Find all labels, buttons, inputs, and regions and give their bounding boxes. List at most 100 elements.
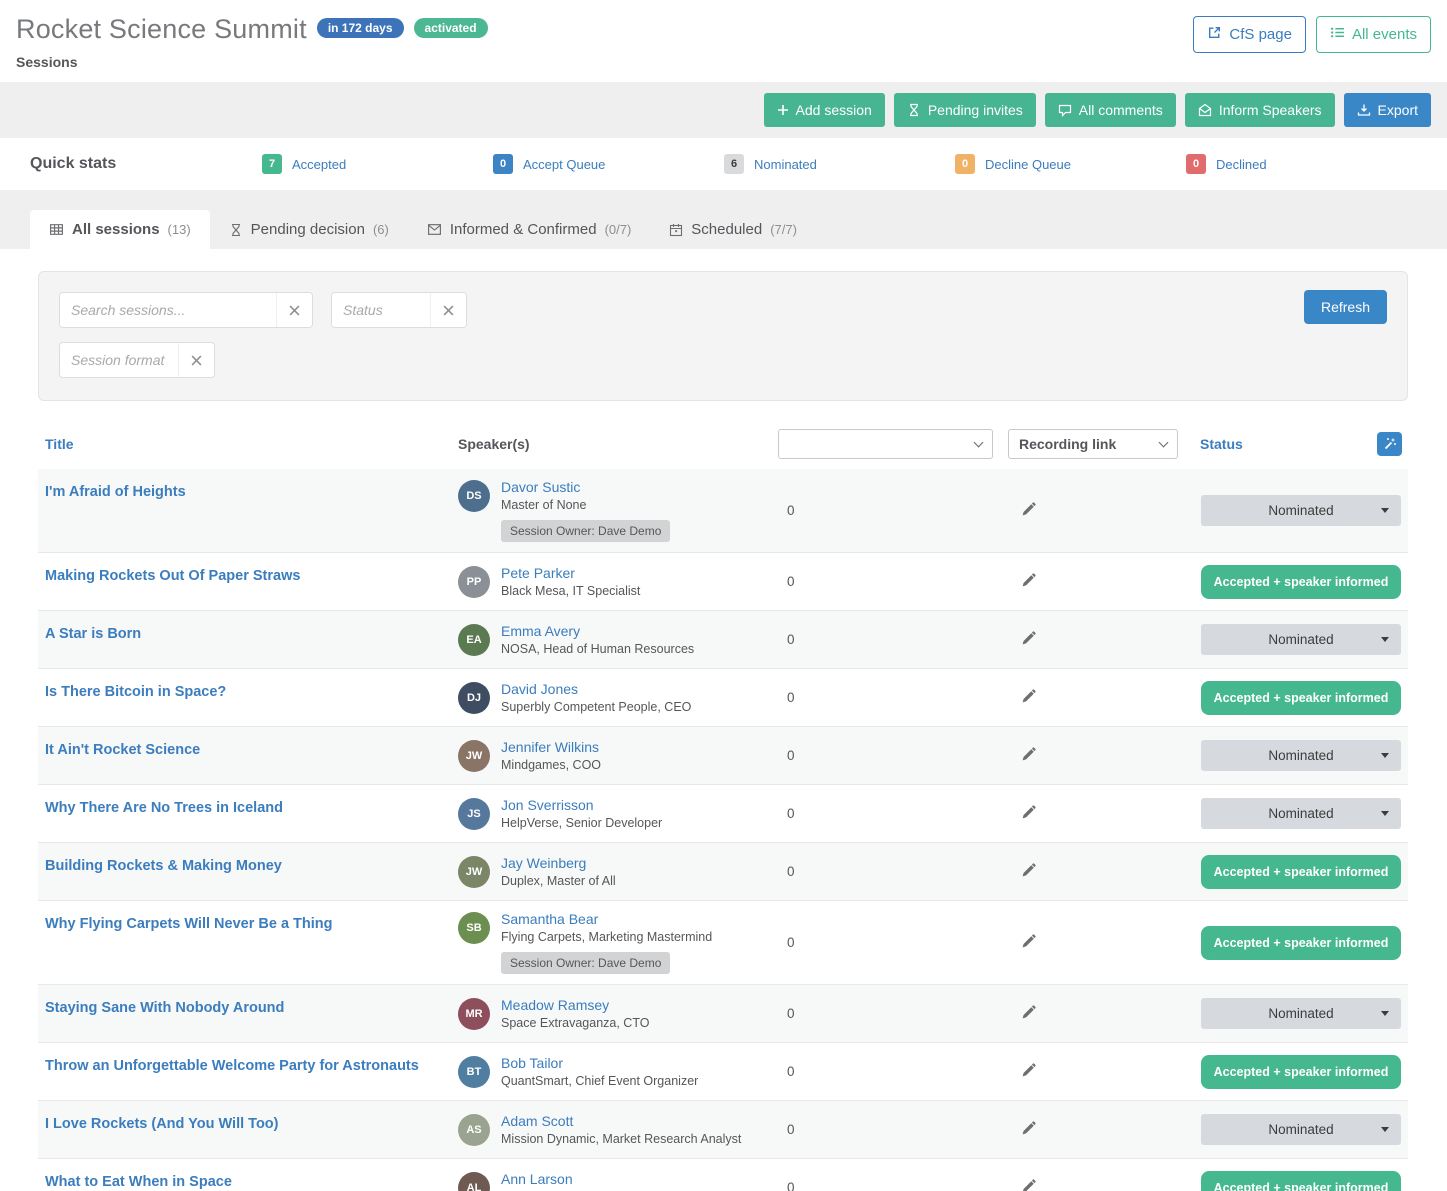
stat-accept-queue-label[interactable]: Accept Queue — [523, 157, 605, 172]
pencil-icon[interactable] — [1021, 747, 1036, 762]
status-control[interactable]: Nominated — [1201, 998, 1401, 1029]
avatar[interactable]: AS — [458, 1114, 490, 1146]
speaker-name-link[interactable]: Emma Avery — [501, 623, 580, 639]
session-title-link[interactable]: Building Rockets & Making Money — [45, 858, 282, 874]
session-title-link[interactable]: I Love Rockets (And You Will Too) — [45, 1116, 279, 1132]
all-events-button[interactable]: All events — [1316, 16, 1431, 53]
session-title-link[interactable]: Throw an Unforgettable Welcome Party for… — [45, 1058, 419, 1074]
avatar[interactable]: BT — [458, 1056, 490, 1088]
avatar[interactable]: MR — [458, 998, 490, 1030]
session-title-link[interactable]: It Ain't Rocket Science — [45, 742, 200, 758]
speaker-name-link[interactable]: David Jones — [501, 681, 578, 697]
inform-speakers-button[interactable]: Inform Speakers — [1185, 93, 1335, 127]
status-control[interactable]: Nominated — [1201, 624, 1401, 655]
speaker-name-link[interactable]: Adam Scott — [501, 1113, 573, 1129]
session-title-link[interactable]: Why There Are No Trees in Iceland — [45, 800, 283, 816]
session-format-input[interactable] — [60, 343, 178, 377]
status-control[interactable]: Accepted + speaker informed — [1201, 855, 1401, 889]
speaker-name-link[interactable]: Bob Tailor — [501, 1055, 563, 1071]
pencil-icon[interactable] — [1021, 1005, 1036, 1020]
caret-down-icon — [1381, 1127, 1389, 1132]
pencil-icon[interactable] — [1021, 805, 1036, 820]
speaker-name-link[interactable]: Davor Sustic — [501, 479, 580, 495]
status-label: Accepted + speaker informed — [1214, 1181, 1389, 1191]
status-control[interactable]: Accepted + speaker informed — [1201, 926, 1401, 960]
status-control[interactable]: Accepted + speaker informed — [1201, 565, 1401, 599]
status-control[interactable]: Nominated — [1201, 740, 1401, 771]
all-comments-button[interactable]: All comments — [1045, 93, 1176, 127]
speaker-affiliation: Space Extravaganza, CTO — [501, 1016, 649, 1030]
column-title[interactable]: Title — [38, 436, 458, 452]
pencil-icon[interactable] — [1021, 1063, 1036, 1078]
page-header: Rocket Science Summitin 172 daysactivate… — [0, 0, 1447, 82]
stat-declined-label[interactable]: Declined — [1216, 157, 1267, 172]
clear-status-button[interactable] — [430, 293, 466, 327]
pencil-icon[interactable] — [1021, 631, 1036, 646]
session-title-link[interactable]: I'm Afraid of Heights — [45, 484, 186, 500]
status-control[interactable]: Accepted + speaker informed — [1201, 1171, 1401, 1191]
speaker-name-link[interactable]: Pete Parker — [501, 565, 575, 581]
session-title-link[interactable]: A Star is Born — [45, 626, 141, 642]
speaker-name-link[interactable]: Jay Weinberg — [501, 855, 586, 871]
tab-pending-decision[interactable]: Pending decision (6) — [210, 210, 408, 249]
status-control[interactable]: Accepted + speaker informed — [1201, 681, 1401, 715]
table-row: Why Flying Carpets Will Never Be a Thing… — [38, 900, 1408, 984]
avatar[interactable]: JS — [458, 798, 490, 830]
pencil-icon[interactable] — [1021, 689, 1036, 704]
envelope-open-icon — [1198, 103, 1212, 117]
table-row: What to Eat When in Space AL Ann Larson … — [38, 1158, 1408, 1191]
status-control[interactable]: Nominated — [1201, 1114, 1401, 1145]
status-label: Accepted + speaker informed — [1214, 691, 1389, 705]
export-button[interactable]: Export — [1344, 93, 1431, 127]
tab-scheduled[interactable]: Scheduled (7/7) — [650, 210, 816, 249]
avatar[interactable]: AL — [458, 1172, 490, 1191]
session-title-link[interactable]: Making Rockets Out Of Paper Straws — [45, 568, 300, 584]
avatar[interactable]: EA — [458, 624, 490, 656]
status-control[interactable]: Accepted + speaker informed — [1201, 1055, 1401, 1089]
session-title-link[interactable]: Why Flying Carpets Will Never Be a Thing — [45, 916, 333, 932]
session-title-link[interactable]: Staying Sane With Nobody Around — [45, 1000, 284, 1016]
recording-link-select[interactable]: Recording link — [1008, 429, 1178, 459]
tab-informed-confirmed[interactable]: Informed & Confirmed (0/7) — [408, 210, 650, 249]
hourglass-icon — [907, 103, 921, 117]
speaker-name-link[interactable]: Jennifer Wilkins — [501, 739, 599, 755]
status-control[interactable]: Nominated — [1201, 495, 1401, 526]
avatar[interactable]: DS — [458, 480, 490, 512]
session-title-link[interactable]: Is There Bitcoin in Space? — [45, 684, 226, 700]
pencil-icon[interactable] — [1021, 573, 1036, 588]
avatar[interactable]: JW — [458, 856, 490, 888]
pending-invites-button[interactable]: Pending invites — [894, 93, 1036, 127]
avatar[interactable]: SB — [458, 912, 490, 944]
pencil-icon[interactable] — [1021, 502, 1036, 517]
table-filter-select[interactable] — [778, 429, 993, 459]
search-input[interactable] — [60, 293, 276, 327]
pencil-icon[interactable] — [1021, 1121, 1036, 1136]
speaker-name-link[interactable]: Samantha Bear — [501, 911, 598, 927]
comment-count: 0 — [778, 864, 1008, 879]
avatar[interactable]: PP — [458, 566, 490, 598]
stat-nominated-label[interactable]: Nominated — [754, 157, 817, 172]
avatar[interactable]: DJ — [458, 682, 490, 714]
stat-decline-queue-label[interactable]: Decline Queue — [985, 157, 1071, 172]
avatar[interactable]: JW — [458, 740, 490, 772]
speaker-name-link[interactable]: Meadow Ramsey — [501, 997, 609, 1013]
speaker-name-link[interactable]: Jon Sverrisson — [501, 797, 594, 813]
session-title-link[interactable]: What to Eat When in Space — [45, 1174, 232, 1190]
tab-all-sessions[interactable]: All sessions (13) — [30, 210, 210, 249]
add-session-label: Add session — [796, 102, 872, 118]
stat-accepted: 7 Accepted — [262, 154, 493, 174]
status-filter-input[interactable] — [332, 293, 430, 327]
magic-wand-button[interactable] — [1377, 432, 1402, 456]
clear-format-button[interactable] — [178, 343, 214, 377]
pencil-icon[interactable] — [1021, 863, 1036, 878]
clear-search-button[interactable] — [276, 293, 312, 327]
column-status[interactable]: Status — [1193, 436, 1243, 452]
status-control[interactable]: Nominated — [1201, 798, 1401, 829]
refresh-button[interactable]: Refresh — [1304, 290, 1387, 324]
stat-accepted-label[interactable]: Accepted — [292, 157, 346, 172]
add-session-button[interactable]: Add session — [764, 93, 885, 127]
cfs-page-button[interactable]: CfS page — [1193, 16, 1306, 53]
pencil-icon[interactable] — [1021, 1179, 1036, 1191]
pencil-icon[interactable] — [1021, 934, 1036, 949]
speaker-name-link[interactable]: Ann Larson — [501, 1171, 573, 1187]
